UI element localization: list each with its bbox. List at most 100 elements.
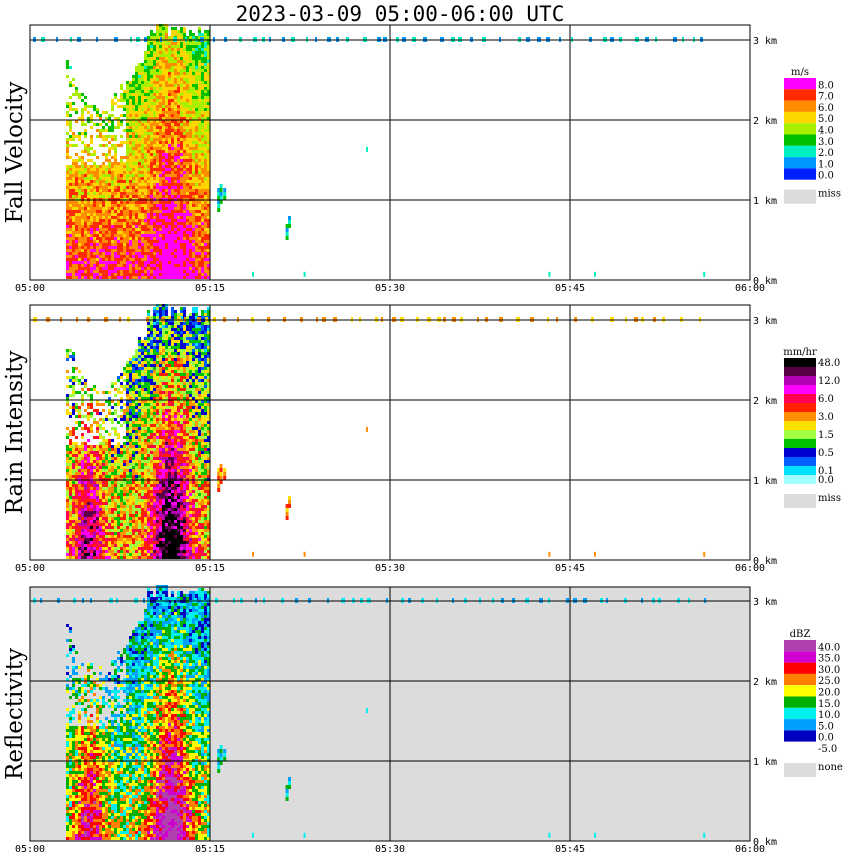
echo-cell (69, 177, 72, 180)
echo-cell (126, 204, 129, 207)
echo-cell (84, 240, 87, 243)
echo-cell (81, 141, 84, 144)
echo-cell (108, 445, 111, 448)
echo-cell (165, 225, 168, 228)
echo-cell (147, 361, 150, 364)
echo-cell (102, 418, 105, 421)
echo-cell (120, 276, 123, 279)
echo-cell (177, 99, 180, 102)
echo-cell (150, 153, 153, 156)
echo-cell (132, 481, 135, 484)
echo-cell (81, 270, 84, 273)
echo-cell (93, 460, 96, 463)
echo-cell (144, 108, 147, 111)
echo-cell (150, 138, 153, 141)
echo-cell (189, 267, 192, 270)
echo-cell (177, 213, 180, 216)
echo-cell (105, 153, 108, 156)
echo-cell (114, 177, 117, 180)
echo-cell (72, 553, 75, 556)
echo-cell (99, 195, 102, 198)
echo-cell (138, 84, 141, 87)
echo-cell (129, 556, 132, 559)
echo-cell (159, 273, 162, 276)
echo-cell (153, 511, 156, 514)
echo-cell (174, 99, 177, 102)
echo-cell (153, 264, 156, 267)
echo-cell (150, 222, 153, 225)
echo-cell (150, 544, 153, 547)
echo-cell (96, 463, 99, 466)
echo-cell (81, 246, 84, 249)
echo-cell (69, 547, 72, 550)
echo-cell (162, 135, 165, 138)
echo-cell (150, 168, 153, 171)
echo-cell (117, 496, 120, 499)
echo-cell (159, 249, 162, 252)
echo-cell (129, 162, 132, 165)
echo-cell (78, 93, 81, 96)
echo-cell (141, 102, 144, 105)
echo-cell (147, 469, 150, 472)
echo-cell (126, 270, 129, 273)
echo-cell (117, 493, 120, 496)
echo-cell (96, 550, 99, 553)
echo-cell (93, 261, 96, 264)
echo-cell (174, 252, 177, 255)
echo-cell (201, 96, 204, 99)
echo-cell (114, 144, 117, 147)
echo-cell (126, 261, 129, 264)
echo-cell (171, 96, 174, 99)
echo-cell (168, 165, 171, 168)
echo-cell (192, 126, 195, 129)
echo-cell (141, 550, 144, 553)
echo-cell (195, 57, 198, 60)
echo-cell (90, 213, 93, 216)
echo-cell (135, 454, 138, 457)
echo-cell (78, 255, 81, 258)
echo-cell (177, 111, 180, 114)
echo-cell (120, 258, 123, 261)
echo-cell (195, 204, 198, 207)
echo-cell (132, 186, 135, 189)
echo-cell (156, 159, 159, 162)
legend-swatch (784, 168, 816, 180)
echo-cell (81, 252, 84, 255)
echo-cell (153, 114, 156, 117)
echo-cell (108, 186, 111, 189)
echo-cell (138, 415, 141, 418)
echo-cell (180, 216, 183, 219)
echo-cell (168, 99, 171, 102)
echo-cell (135, 442, 138, 445)
echo-cell (108, 129, 111, 132)
echo-cell (156, 162, 159, 165)
echo-cell (150, 183, 153, 186)
echo-cell (174, 162, 177, 165)
echo-cell (126, 171, 129, 174)
echo-cell (174, 174, 177, 177)
echo-cell (147, 457, 150, 460)
echo-cell (72, 442, 75, 445)
echo-cell (195, 150, 198, 153)
echo-cell (129, 255, 132, 258)
echo-cell (96, 493, 99, 496)
echo-cell (102, 505, 105, 508)
echo-cell (69, 493, 72, 496)
echo-cell (150, 448, 153, 451)
echo-cell (72, 394, 75, 397)
scattered-echo (219, 188, 223, 192)
echo-cell (69, 105, 72, 108)
echo-cell (135, 499, 138, 502)
echo-cell (150, 460, 153, 463)
echo-cell (141, 231, 144, 234)
echo-cell (192, 72, 195, 75)
echo-cell (120, 84, 123, 87)
echo-cell (141, 493, 144, 496)
echo-cell (135, 216, 138, 219)
echo-cell (108, 487, 111, 490)
echo-cell (99, 490, 102, 493)
echo-cell (66, 195, 69, 198)
echo-cell (117, 433, 120, 436)
echo-cell (144, 367, 147, 370)
echo-cell (150, 231, 153, 234)
